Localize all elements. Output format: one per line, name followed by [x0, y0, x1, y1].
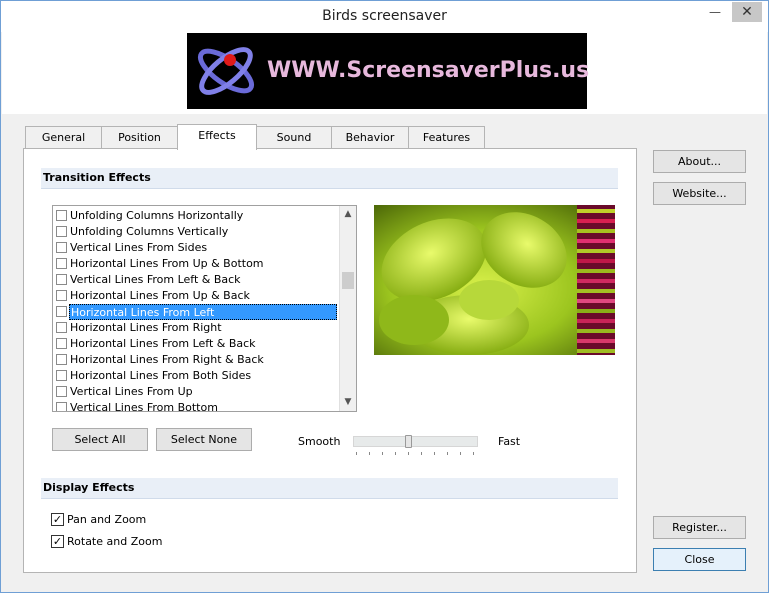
scroll-down-icon[interactable]: ▼	[340, 394, 356, 411]
window-close-button[interactable]: ✕	[732, 2, 762, 22]
minimize-button[interactable]: —	[702, 3, 728, 21]
transition-effects-list[interactable]: Unfolding Columns Horizontally Unfolding …	[52, 205, 357, 412]
succulent-plant-image	[374, 205, 615, 355]
website-button[interactable]: Website...	[653, 182, 746, 205]
list-item-label: Vertical Lines From Up	[70, 385, 193, 398]
list-item[interactable]: Unfolding Columns Vertically	[55, 224, 337, 240]
scrollbar-thumb[interactable]	[342, 272, 354, 289]
list-item-label: Vertical Lines From Left & Back	[70, 273, 241, 286]
scroll-up-icon[interactable]: ▲	[340, 206, 356, 223]
list-item[interactable]: Vertical Lines From Bottom	[55, 400, 337, 412]
list-item[interactable]: Vertical Lines From Up	[55, 384, 337, 400]
list-item-label: Unfolding Columns Horizontally	[70, 209, 244, 222]
tab-features[interactable]: Features	[408, 126, 485, 149]
list-item-label: Horizontal Lines From Up & Back	[70, 289, 250, 302]
speed-max-label: Fast	[498, 435, 521, 448]
list-item-checkbox[interactable]	[56, 338, 67, 349]
list-item-checkbox[interactable]	[56, 258, 67, 269]
rotate-and-zoom-checkbox[interactable]: ✓	[51, 535, 64, 548]
display-effects-title: Display Effects	[43, 481, 135, 494]
speed-slider-thumb[interactable]	[405, 435, 412, 448]
list-item-checkbox[interactable]	[56, 242, 67, 253]
list-item-label: Horizontal Lines From Left	[69, 304, 337, 320]
list-item[interactable]: Vertical Lines From Sides	[55, 240, 337, 256]
pan-and-zoom-checkbox[interactable]: ✓	[51, 513, 64, 526]
list-item-checkbox[interactable]	[56, 386, 67, 397]
list-item-label: Horizontal Lines From Right	[70, 321, 222, 334]
list-item-checkbox[interactable]	[56, 290, 67, 301]
list-item-selected[interactable]: Horizontal Lines From Left	[55, 304, 337, 320]
tab-effects[interactable]: Effects	[177, 124, 257, 150]
tab-behavior[interactable]: Behavior	[331, 126, 409, 149]
list-item[interactable]: Unfolding Columns Horizontally	[55, 208, 337, 224]
list-item-checkbox[interactable]	[56, 306, 67, 317]
atom-logo-icon	[197, 47, 255, 95]
list-item-checkbox[interactable]	[56, 322, 67, 333]
list-item-checkbox[interactable]	[56, 226, 67, 237]
tab-general[interactable]: General	[25, 126, 102, 149]
header-area: WWW.ScreensaverPlus.us	[2, 32, 767, 114]
list-item-label: Horizontal Lines From Right & Back	[70, 353, 264, 366]
speed-slider-ticks	[356, 452, 474, 456]
tab-sound[interactable]: Sound	[256, 126, 332, 149]
list-item-checkbox[interactable]	[56, 370, 67, 381]
select-none-button[interactable]: Select None	[156, 428, 252, 451]
effects-panel: Transition Effects Unfolding Columns Hor…	[23, 148, 637, 573]
app-window: Birds screensaver — ✕ WWW.ScreensaverPlu…	[0, 0, 769, 593]
select-all-button[interactable]: Select All	[52, 428, 148, 451]
banner[interactable]: WWW.ScreensaverPlus.us	[187, 33, 590, 109]
rotate-and-zoom-label[interactable]: Rotate and Zoom	[67, 534, 162, 549]
list-item[interactable]: Horizontal Lines From Both Sides	[55, 368, 337, 384]
list-scrollbar[interactable]: ▲ ▼	[339, 206, 356, 411]
list-item[interactable]: Horizontal Lines From Up & Bottom	[55, 256, 337, 272]
list-item-label: Horizontal Lines From Left & Back	[70, 337, 256, 350]
list-item-label: Horizontal Lines From Up & Bottom	[70, 257, 264, 270]
about-button[interactable]: About...	[653, 150, 746, 173]
list-item-checkbox[interactable]	[56, 274, 67, 285]
display-effects-header: Display Effects	[41, 478, 618, 499]
list-item[interactable]: Horizontal Lines From Right & Back	[55, 352, 337, 368]
pan-and-zoom-label[interactable]: Pan and Zoom	[67, 512, 146, 527]
banner-text: WWW.ScreensaverPlus.us	[267, 58, 590, 83]
list-item[interactable]: Horizontal Lines From Left & Back	[55, 336, 337, 352]
close-button[interactable]: Close	[653, 548, 746, 571]
speed-min-label: Smooth	[298, 435, 341, 448]
register-button[interactable]: Register...	[653, 516, 746, 539]
tab-position[interactable]: Position	[101, 126, 178, 149]
effect-preview-image	[374, 205, 615, 355]
title-bar: Birds screensaver — ✕	[1, 1, 768, 32]
list-item-checkbox[interactable]	[56, 402, 67, 411]
transition-effects-title: Transition Effects	[43, 171, 151, 184]
list-item-label: Unfolding Columns Vertically	[70, 225, 229, 238]
list-item[interactable]: Vertical Lines From Left & Back	[55, 272, 337, 288]
speed-slider-track[interactable]	[353, 436, 478, 447]
list-item-label: Vertical Lines From Sides	[70, 241, 208, 254]
window-title: Birds screensaver	[322, 8, 447, 24]
list-item[interactable]: Horizontal Lines From Right	[55, 320, 337, 336]
list-item[interactable]: Horizontal Lines From Up & Back	[55, 288, 337, 304]
list-item-label: Vertical Lines From Bottom	[70, 401, 218, 412]
list-item-checkbox[interactable]	[56, 210, 67, 221]
list-item-checkbox[interactable]	[56, 354, 67, 365]
list-item-label: Horizontal Lines From Both Sides	[70, 369, 252, 382]
transition-effects-header: Transition Effects	[41, 168, 618, 189]
